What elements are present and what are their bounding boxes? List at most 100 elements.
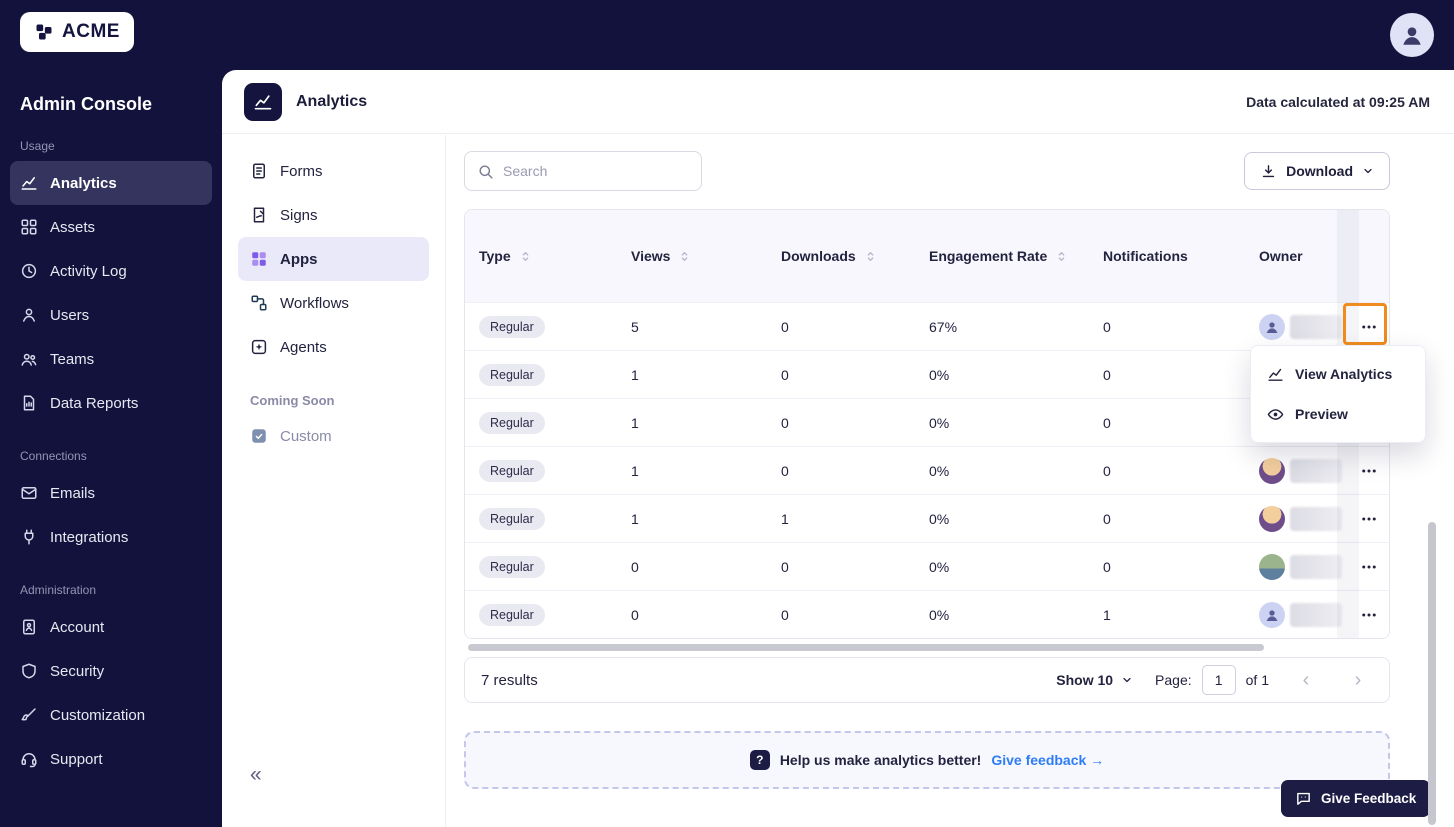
owner-name-redacted [1290,458,1342,483]
sidebar-item-activity-log[interactable]: Activity Log [10,249,212,293]
type-badge: Regular [479,411,545,434]
sidebar-item-analytics[interactable]: Analytics [10,161,212,205]
table-row: Regular 5 0 67% 0 [465,302,1389,350]
subnav-item-label: Signs [280,206,318,224]
ellipsis-icon [1362,517,1376,520]
chart-icon [1268,368,1283,381]
engagement-cell: 67% [929,318,958,335]
subnav-item-apps[interactable]: Apps [238,237,429,281]
engagement-cell: 0% [929,510,950,527]
feedback-banner: ? Help us make analytics better! Give fe… [464,731,1390,789]
owner-name-redacted [1290,314,1342,339]
account-icon [23,619,35,635]
sidebar-item-integrations[interactable]: Integrations [10,515,212,559]
type-badge: Regular [479,363,545,386]
ellipsis-icon [1362,469,1376,472]
sidebar-item-label: Emails [50,484,96,502]
subnav-item-workflows[interactable]: Workflows [238,281,429,325]
sidebar-item-label: Teams [50,350,95,368]
page-number-input[interactable] [1201,665,1236,695]
give-feedback-label: Give Feedback [1321,791,1417,806]
main-panel: Analytics Data calculated at 09:25 AM Fo… [222,70,1454,827]
views-cell: 1 [631,414,639,431]
row-actions-button[interactable] [1351,552,1387,582]
give-feedback-button[interactable]: Give Feedback [1281,780,1431,817]
sidebar-item-users[interactable]: Users [10,293,212,337]
download-button[interactable]: Download [1244,152,1390,190]
downloads-cell: 0 [781,414,789,431]
sidebar-item-data-reports[interactable]: Data Reports [10,381,212,425]
help-bubble-icon: ? [749,750,770,770]
next-page-button[interactable]: › [1343,669,1373,692]
forms-icon [253,163,265,179]
downloads-cell: 0 [781,462,789,479]
menu-item-label: View Analytics [1295,366,1393,382]
banner-message: Help us make analytics better! [779,752,982,768]
signs-icon [253,207,265,223]
ellipsis-icon [1362,325,1376,328]
sidebar-item-label: Users [50,306,90,324]
engagement-cell: 0% [929,558,950,575]
page-of-label: of 1 [1245,672,1269,688]
type-badge: Regular [479,459,545,482]
notifications-cell: 0 [1103,318,1111,335]
activity-log-icon [21,263,37,279]
sort-icon [1058,251,1065,261]
chevron-down-icon [1123,677,1131,683]
vertical-scrollbar[interactable] [1428,522,1436,825]
subnav-item-signs[interactable]: Signs [238,193,429,237]
show-per-page-select[interactable]: Show 10 [1056,672,1133,688]
brand-logo[interactable]: ACME [20,12,134,52]
search-input[interactable] [503,163,689,179]
menu-item-preview[interactable]: Preview [1251,394,1425,434]
data-calculated-status: Data calculated at 09:25 AM [1246,93,1430,110]
notifications-cell: 0 [1103,510,1111,527]
search-icon [479,164,493,179]
sidebar-item-customization[interactable]: Customization [10,693,212,737]
brand-blocks-icon [34,22,54,42]
row-actions-button[interactable] [1351,504,1387,534]
column-header-views[interactable]: Views [617,248,767,264]
give-feedback-link[interactable]: Give feedback → [991,752,1104,768]
previous-page-button[interactable]: ‹ [1291,669,1321,692]
subnav-item-label: Agents [280,338,327,356]
subnav-item-forms[interactable]: Forms [238,149,429,193]
user-avatar[interactable] [1390,13,1434,57]
row-actions-button[interactable] [1351,312,1387,342]
integrations-icon [24,529,34,545]
column-header-type[interactable]: Type [465,248,617,264]
sidebar-item-label: Activity Log [50,262,127,280]
downloads-cell: 0 [781,606,789,623]
page-label: Page: [1155,672,1192,688]
download-label: Download [1286,163,1353,179]
feedback-bubble-icon [1297,792,1310,805]
column-header-engagement-rate[interactable]: Engagement Rate [915,248,1089,264]
views-cell: 1 [631,462,639,479]
eye-icon [1267,408,1284,420]
customization-icon [21,708,36,721]
sidebar-item-teams[interactable]: Teams [10,337,212,381]
subnav-item-agents[interactable]: Agents [238,325,429,369]
sidebar-item-emails[interactable]: Emails [10,471,212,515]
menu-item-view-analytics[interactable]: View Analytics [1251,354,1425,394]
row-actions-button[interactable] [1351,600,1387,630]
notifications-cell: 0 [1103,558,1111,575]
views-cell: 1 [631,510,639,527]
results-count: 7 results [481,671,538,689]
collapse-sidebar-button[interactable]: « [250,764,262,785]
owner-avatar [1259,505,1285,532]
downloads-cell: 0 [781,366,789,383]
sidebar-item-label: Support [50,750,103,768]
sidebar-item-assets[interactable]: Assets [10,205,212,249]
column-header-downloads[interactable]: Downloads [767,248,915,264]
sidebar-item-security[interactable]: Security [10,649,212,693]
views-cell: 1 [631,366,639,383]
section-label-connections: Connections [20,449,87,463]
sidebar-item-account[interactable]: Account [10,605,212,649]
sidebar-item-support[interactable]: Support [10,737,212,781]
subnav-item-label: Custom [280,427,332,445]
data-reports-icon [23,395,35,411]
row-actions-button[interactable] [1351,456,1387,486]
horizontal-scrollbar-thumb[interactable] [468,644,1265,651]
engagement-cell: 0% [929,414,950,431]
